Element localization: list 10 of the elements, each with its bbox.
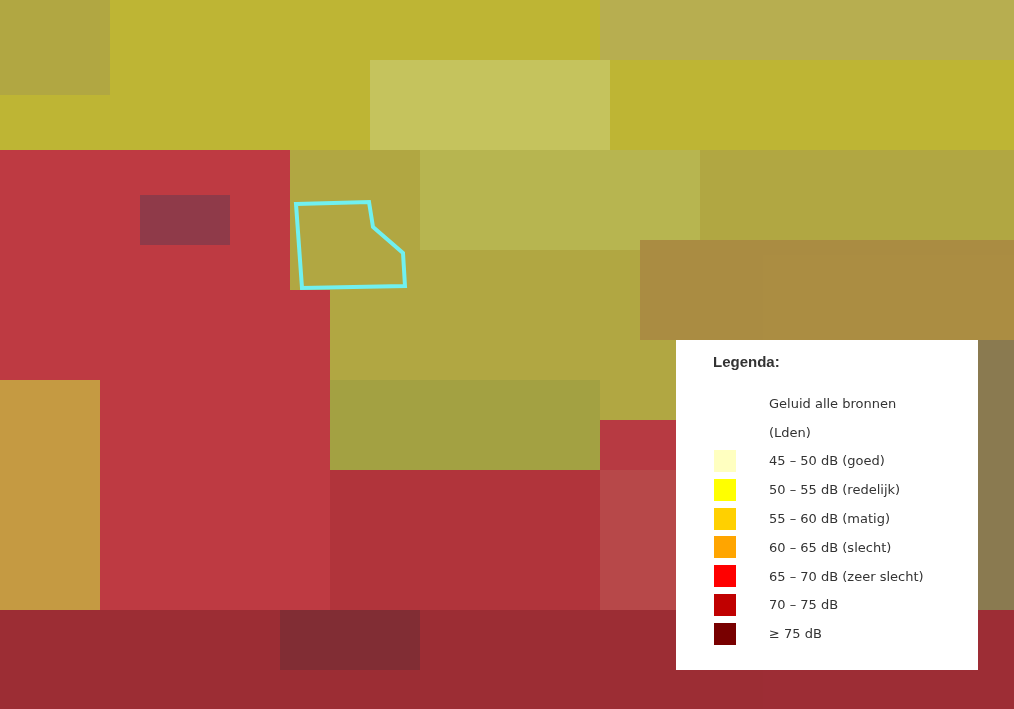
legend-label: 70 – 75 dB [769, 597, 839, 613]
legend-label: 60 – 65 dB (slecht) [769, 539, 892, 555]
legend-label: 65 – 70 dB (zeer slecht) [769, 568, 924, 584]
legend-label: 45 – 50 dB (goed) [769, 453, 885, 469]
legend-label: ≥ 75 dB [769, 626, 822, 642]
legend-label: 50 – 55 dB (redelijk) [769, 482, 901, 498]
layer-unit: (Lden) [769, 424, 811, 440]
legend-label: 55 – 60 dB (matig) [769, 511, 891, 527]
legend-title: Legenda: [713, 353, 780, 370]
layer-name: Geluid alle bronnen [769, 395, 897, 411]
